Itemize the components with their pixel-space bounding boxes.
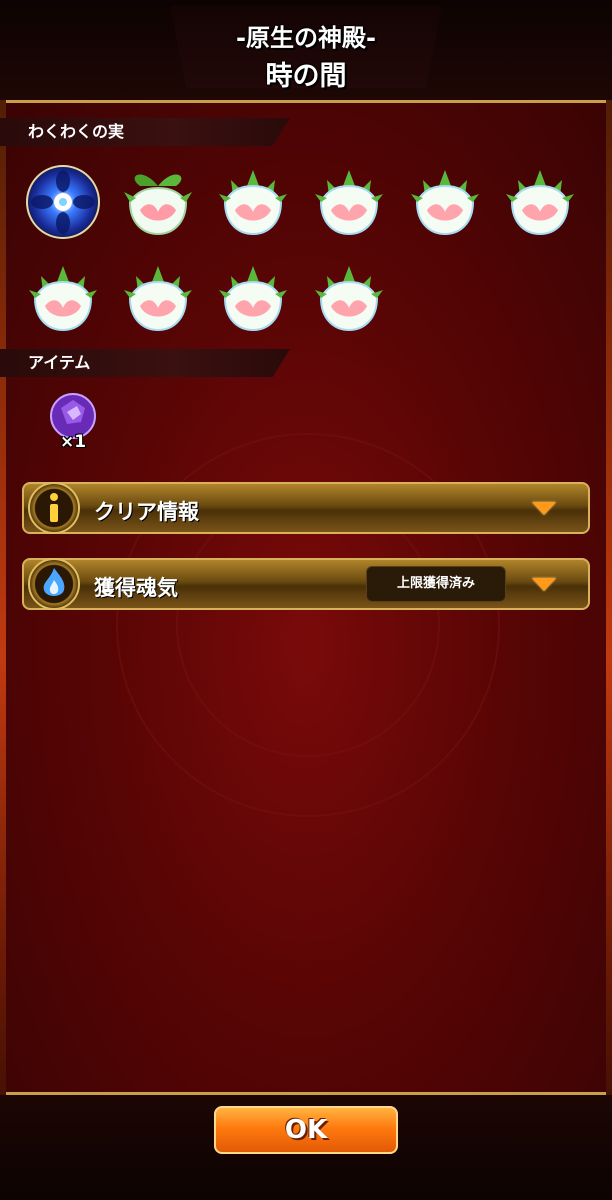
blue-flame-icon [28, 558, 80, 610]
stage-title: -原生の神殿- [236, 24, 376, 52]
lotus-fruit-icon[interactable] [27, 262, 99, 334]
ok-button[interactable]: OK [214, 1106, 398, 1154]
soul-gain-label: 獲得魂気 [94, 576, 178, 600]
lotus-fruit-icon[interactable] [217, 166, 289, 238]
header: -原生の神殿- 時の間 [0, 0, 612, 100]
clear-info-bar[interactable]: クリア情報 [22, 482, 590, 534]
fruits-section-label: わくわくの実 [0, 118, 290, 146]
lotus-fruit-icon[interactable] [313, 166, 385, 238]
info-icon [28, 482, 80, 534]
items-section-label: アイテム [0, 349, 290, 377]
lotus-fruit-icon[interactable] [217, 262, 289, 334]
blue-orb-fruit-icon[interactable] [26, 165, 100, 239]
stage-subtitle: 時の間 [265, 61, 347, 92]
chevron-down-icon[interactable] [532, 578, 556, 591]
leaf-fruit-icon[interactable] [122, 166, 194, 238]
lotus-fruit-icon[interactable] [409, 166, 481, 238]
clear-info-label: クリア情報 [94, 500, 199, 524]
lotus-fruit-icon[interactable] [313, 262, 385, 334]
lotus-fruit-icon[interactable] [504, 166, 576, 238]
lotus-fruit-icon[interactable] [122, 262, 194, 334]
item-count: ×1 [60, 432, 87, 452]
chevron-down-icon[interactable] [532, 502, 556, 515]
soul-gain-bar[interactable]: 獲得魂気 上限獲得済み [22, 558, 590, 610]
status-badge: 上限獲得済み [366, 566, 506, 602]
